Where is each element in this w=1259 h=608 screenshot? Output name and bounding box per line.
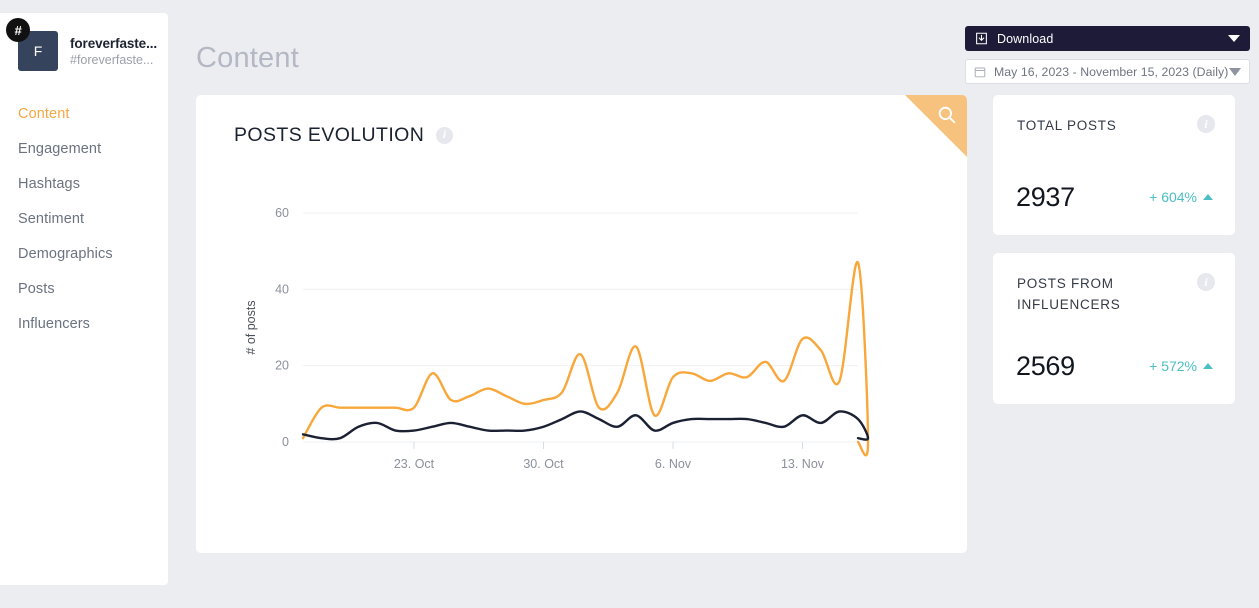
svg-text:60: 60 <box>275 206 289 220</box>
brand-block[interactable]: F # foreverfaste... #foreverfaste... <box>0 13 168 71</box>
svg-text:6. Nov: 6. Nov <box>655 457 692 471</box>
posts-evolution-card: POSTS EVOLUTION i 0 20 40 60 # of posts 23. O… <box>196 95 967 553</box>
arrow-up-icon <box>1203 363 1213 369</box>
stat-label: POSTS FROM INFLUENCERS <box>1017 276 1121 312</box>
app-root: F # foreverfaste... #foreverfaste... Con… <box>0 0 1259 608</box>
arrow-up-icon <box>1203 194 1213 200</box>
svg-text:23. Oct: 23. Oct <box>394 457 435 471</box>
svg-text:13. Nov: 13. Nov <box>781 457 825 471</box>
chart-svg: 0 20 40 60 # of posts 23. Oct 30. Oct 6. Nov 13.… <box>244 206 870 471</box>
svg-text:# of posts: # of posts <box>244 300 258 354</box>
stat-delta-label: + 604% <box>1149 189 1197 205</box>
page-title: Content <box>196 42 299 74</box>
chart-title-block: POSTS EVOLUTION i <box>234 124 454 147</box>
sidebar-item-content[interactable]: Content <box>0 97 168 132</box>
download-label: Download <box>997 31 1054 46</box>
chevron-down-icon <box>1229 67 1241 76</box>
sidebar-item-influencers[interactable]: Influencers <box>0 307 168 342</box>
svg-text:30. Oct: 30. Oct <box>523 457 564 471</box>
chevron-down-icon <box>1228 35 1240 42</box>
date-range-picker[interactable]: May 16, 2023 - November 15, 2023 (Daily) <box>965 59 1250 84</box>
stat-delta: + 572% <box>1149 358 1213 374</box>
svg-text:40: 40 <box>275 282 289 296</box>
download-button[interactable]: Download <box>965 26 1250 51</box>
stat-label: TOTAL POSTS <box>1017 118 1117 133</box>
avatar: F # <box>6 18 58 71</box>
info-icon[interactable]: i <box>1197 115 1215 133</box>
date-range-label: May 16, 2023 - November 15, 2023 (Daily) <box>994 64 1229 79</box>
sidebar-item-posts[interactable]: Posts <box>0 272 168 307</box>
sidebar-item-engagement[interactable]: Engagement <box>0 132 168 167</box>
info-icon[interactable]: i <box>436 127 454 144</box>
hash-icon: # <box>6 18 30 42</box>
info-icon[interactable]: i <box>1197 273 1215 291</box>
stat-card-posts-from-influencers: POSTS FROM INFLUENCERS i 2569 + 572% <box>993 253 1235 404</box>
sidebar-nav: Content Engagement Hashtags Sentiment De… <box>0 97 168 342</box>
stat-card-total-posts: TOTAL POSTS i 2937 + 604% <box>993 95 1235 235</box>
posts-evolution-chart: 0 20 40 60 # of posts 23. Oct 30. Oct 6. Nov 13.… <box>196 191 967 491</box>
sidebar-item-sentiment[interactable]: Sentiment <box>0 202 168 237</box>
chart-title: POSTS EVOLUTION <box>234 124 425 146</box>
stat-delta: + 604% <box>1149 189 1213 205</box>
svg-text:20: 20 <box>275 359 289 373</box>
brand-text: foreverfaste... #foreverfaste... <box>70 36 157 67</box>
brand-name: foreverfaste... <box>70 35 158 51</box>
sidebar: F # foreverfaste... #foreverfaste... Con… <box>0 13 168 585</box>
avatar-initial: F <box>33 43 43 59</box>
svg-text:0: 0 <box>282 435 289 449</box>
stat-delta-label: + 572% <box>1149 358 1197 374</box>
stat-value: 2569 <box>1016 351 1075 381</box>
calendar-icon <box>974 66 986 78</box>
sidebar-item-hashtags[interactable]: Hashtags <box>0 167 168 202</box>
brand-handle: #foreverfaste... <box>70 52 154 67</box>
search-icon[interactable] <box>936 104 958 126</box>
sidebar-item-demographics[interactable]: Demographics <box>0 237 168 272</box>
stat-value: 2937 <box>1016 182 1075 212</box>
download-icon <box>975 32 988 45</box>
